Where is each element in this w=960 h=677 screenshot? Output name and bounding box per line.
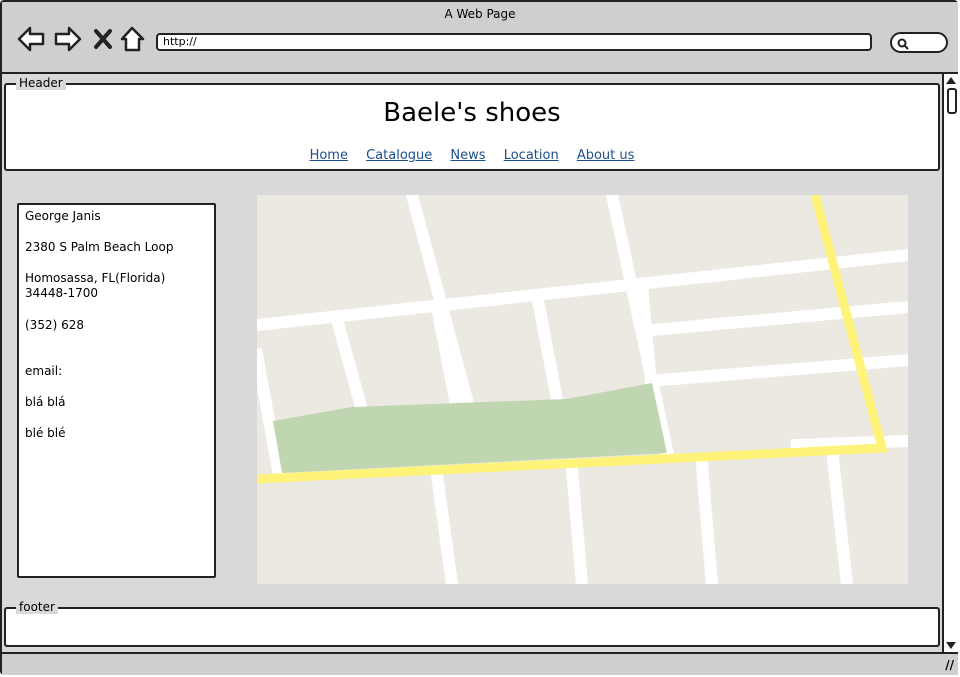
- close-icon: [94, 29, 112, 49]
- resize-grip-icon[interactable]: //: [945, 658, 954, 672]
- scroll-down-icon[interactable]: [946, 642, 956, 649]
- home-button[interactable]: [118, 24, 148, 54]
- nav-link-news[interactable]: News: [450, 148, 485, 163]
- contact-line-1: blá blá: [25, 395, 66, 409]
- header-group-label: Header: [16, 76, 66, 90]
- contact-street: 2380 S Palm Beach Loop: [25, 240, 174, 254]
- footer-group-label: footer: [16, 600, 58, 614]
- nav-link-location[interactable]: Location: [504, 148, 559, 163]
- url-bar[interactable]: http://: [156, 33, 872, 51]
- contact-line-2: blé blé: [25, 426, 66, 440]
- contact-city: Homosassa, FL(Florida): [25, 271, 166, 285]
- search-box[interactable]: [890, 32, 948, 53]
- map-road: [790, 434, 908, 452]
- nav-menu: Home Catalogue News Location About us: [6, 148, 938, 163]
- stop-button[interactable]: [90, 24, 116, 54]
- scroll-up-icon[interactable]: [946, 77, 956, 84]
- page-content: Header Baele's shoes Home Catalogue News…: [2, 74, 940, 652]
- map-image: [257, 195, 908, 584]
- footer-group: footer: [4, 600, 940, 647]
- forward-arrow-icon: [54, 26, 82, 52]
- contact-email-label: email:: [25, 364, 63, 378]
- nav-link-home[interactable]: Home: [310, 148, 348, 163]
- back-arrow-icon: [17, 26, 45, 52]
- back-button[interactable]: [16, 24, 46, 54]
- status-bar: //: [2, 652, 958, 675]
- home-icon: [120, 26, 145, 52]
- window-title: A Web Page: [444, 7, 516, 21]
- site-title: Baele's shoes: [383, 98, 561, 128]
- vertical-scrollbar[interactable]: [942, 74, 958, 652]
- nav-link-catalogue[interactable]: Catalogue: [366, 148, 432, 163]
- browser-chrome: A Web Page http://: [2, 2, 958, 74]
- contact-phone: (352) 628: [25, 318, 84, 332]
- search-icon: [897, 38, 909, 50]
- forward-button[interactable]: [53, 24, 83, 54]
- nav-link-about-us[interactable]: About us: [577, 148, 635, 163]
- contact-zip: 34448-1700: [25, 286, 99, 300]
- contact-name: George Janis: [25, 209, 101, 223]
- browser-window: A Web Page http:// Header Baele's shoes …: [0, 0, 958, 675]
- header-group: Header Baele's shoes Home Catalogue News…: [4, 76, 940, 171]
- location-map[interactable]: [257, 195, 908, 584]
- contact-panel: George Janis 2380 S Palm Beach Loop Homo…: [17, 203, 216, 578]
- scroll-thumb[interactable]: [947, 88, 957, 114]
